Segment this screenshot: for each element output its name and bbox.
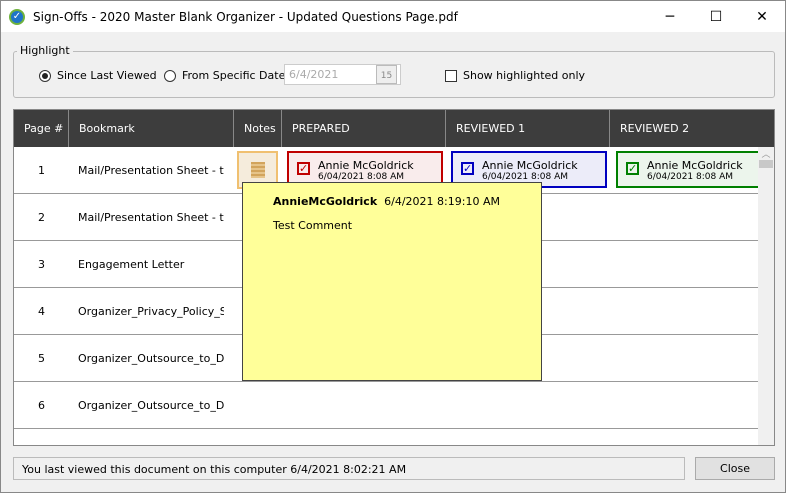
tooltip-comment: Test Comment [273,219,353,232]
signoff-date: 6/04/2021 8:08 AM [647,172,734,182]
checked-box-icon: ✓ [461,162,474,175]
tooltip-timestamp: 6/4/2021 8:19:10 AM [384,195,500,208]
bookmark-cell[interactable]: Mail/Presentation Sheet - to p [78,194,224,240]
col-page[interactable]: Page # [14,110,69,147]
col-prepared[interactable]: PREPARED [282,110,446,147]
minimize-button[interactable]: ─ [647,1,693,32]
signoff-date: 6/04/2021 8:08 AM [318,172,405,182]
bookmark-cell[interactable]: Organizer_Outsource_to_Data [78,335,224,381]
page-number: 6 [38,398,45,412]
signoff-name: Annie McGoldrick [318,159,414,172]
tooltip-author: AnnieMcGoldrick [273,195,378,208]
checked-box-icon: ✓ [297,162,310,175]
checkbox-icon [445,69,457,82]
col-reviewed-1[interactable]: REVIEWED 1 [446,110,610,147]
title-bar: ✓ Sign-Offs - 2020 Master Blank Organize… [1,1,785,32]
col-bookmark[interactable]: Bookmark [69,110,234,147]
signoff-name: Annie McGoldrick [647,159,743,172]
bookmark-cell[interactable]: Organizer_Privacy_Policy_Stan [78,288,224,334]
page-number: 4 [38,304,45,318]
note-tooltip: AnnieMcGoldrick 6/4/2021 8:19:10 AM Test… [242,182,542,381]
page-number: 5 [38,351,45,365]
sign-offs-window: ✓ Sign-Offs - 2020 Master Blank Organize… [0,0,786,493]
signoff-name: Annie McGoldrick [482,159,578,172]
vertical-scrollbar[interactable]: ︿ [758,147,774,445]
bookmark-cell[interactable]: Mail/Presentation Sheet - to ta [78,147,224,193]
since-last-viewed-radio[interactable]: Since Last Viewed [39,69,157,82]
page-number: 3 [38,257,45,271]
col-reviewed-2[interactable]: REVIEWED 2 [610,110,774,147]
signoff-2[interactable]: ✓ Annie McGoldrick 6/04/2021 8:08 AM [616,151,772,188]
signoff-date: 6/04/2021 8:08 AM [482,172,569,182]
checked-box-icon: ✓ [626,162,639,175]
show-highlighted-only-label: Show highlighted only [463,69,586,82]
from-specific-date-radio[interactable]: From Specific Date [164,69,285,82]
bookmark-cell[interactable]: Organizer_Outsource_to_Data [78,382,224,428]
from-specific-date-label: From Specific Date [182,69,286,82]
status-bar: You last viewed this document on this co… [13,457,685,480]
maximize-button[interactable]: ☐ [693,1,739,32]
table-header: Page # Bookmark Notes PREPARED REVIEWED … [14,110,774,147]
page-number: 1 [38,163,45,177]
app-check-icon: ✓ [9,8,25,25]
show-highlighted-only-checkbox[interactable]: Show highlighted only [445,69,585,82]
col-notes[interactable]: Notes [234,110,282,147]
close-window-button[interactable]: ✕ [739,1,785,32]
page-number: 2 [38,210,45,224]
close-button[interactable]: Close [695,457,775,480]
since-last-viewed-label: Since Last Viewed [57,69,157,82]
note-icon [250,162,265,178]
calendar-icon[interactable]: 15 [376,65,397,84]
table-row[interactable]: 6 Organizer_Outsource_to_Data [14,382,760,429]
highlight-label: Highlight [17,44,73,57]
window-title: Sign-Offs - 2020 Master Blank Organizer … [33,9,458,24]
radio-icon [164,69,176,82]
bookmark-cell[interactable]: Engagement Letter [78,241,224,287]
radio-selected-icon [39,69,51,82]
